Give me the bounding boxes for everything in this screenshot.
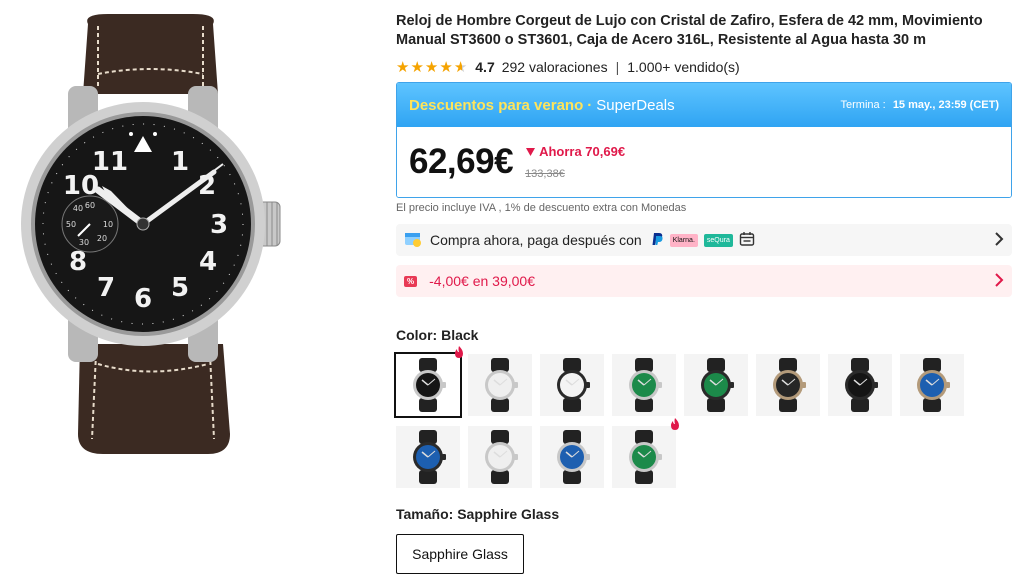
- color-swatch[interactable]: [756, 354, 820, 416]
- watch-thumbnail: [917, 358, 950, 412]
- dot-separator: ·: [587, 96, 593, 114]
- tax-note: El precio incluye IVA , 1% de descuento …: [396, 202, 687, 214]
- paypal-icon: [652, 232, 664, 249]
- separator: |: [615, 59, 620, 75]
- fire-icon: [455, 346, 463, 358]
- coupon-text: -4,00€ en 39,00€: [429, 273, 535, 289]
- svg-text:4: 4: [199, 247, 217, 277]
- superdeals-box: Descuentos para verano · SuperDeals Termin…: [396, 82, 1012, 198]
- watch-thumbnail: [557, 358, 590, 412]
- svg-text:1: 1: [171, 147, 189, 177]
- watch-thumbnail: [485, 430, 518, 484]
- watch-thumbnail: [773, 358, 806, 412]
- sold-count: 1.000+ vendido(s): [627, 59, 740, 75]
- watch-thumbnail: [413, 358, 446, 412]
- color-swatch[interactable]: [612, 354, 676, 416]
- saving-text: Ahorra 70,69€: [539, 144, 626, 159]
- watch-image: 1 2 3 4 5 6 7 8 10 11 60 10 20 30 50 40: [21, 14, 281, 454]
- color-swatch[interactable]: [540, 354, 604, 416]
- saving-amount: Ahorra 70,69€: [525, 144, 625, 159]
- sequra-logo: seQura: [703, 233, 733, 247]
- product-title: Reloj de Hombre Corgeut de Lujo con Cris…: [396, 13, 983, 48]
- coupon-row[interactable]: % -4,00€ en 39,00€: [396, 265, 1012, 297]
- savings-column: Ahorra 70,69€ 133,38€: [525, 144, 625, 180]
- calendar-icon: [739, 231, 755, 250]
- watch-thumbnail: [845, 358, 878, 412]
- watch-thumbnail: [557, 430, 590, 484]
- svg-text:50: 50: [66, 220, 76, 229]
- product-page: 1 2 3 4 5 6 7 8 10 11 60 10 20 30 50 40: [0, 0, 1033, 588]
- deal-header: Descuentos para verano · SuperDeals Termin…: [397, 83, 1011, 127]
- star-rating: ★ ★ ★ ★ ★: [396, 60, 467, 75]
- color-label: Color: Black: [396, 327, 1012, 343]
- original-price: 133,38€: [525, 168, 565, 180]
- star-icon: ★: [424, 58, 439, 76]
- review-count[interactable]: 292 valoraciones: [502, 59, 608, 75]
- fire-icon: [671, 418, 679, 430]
- chevron-right-icon: [994, 271, 1004, 292]
- rating-value: 4.7: [475, 59, 495, 75]
- down-arrow-icon: [526, 147, 536, 156]
- star-half-icon: ★: [453, 58, 468, 76]
- color-swatch[interactable]: [468, 354, 532, 416]
- svg-text:7: 7: [97, 273, 115, 303]
- svg-text:5: 5: [171, 273, 189, 303]
- star-icon: ★: [410, 58, 424, 76]
- product-main-image[interactable]: 1 2 3 4 5 6 7 8 10 11 60 10 20 30 50 40: [18, 14, 318, 454]
- deal-countdown: Termina : 15 may., 23:59 (CET): [841, 99, 1000, 111]
- klarna-logo: Klarna.: [669, 233, 698, 247]
- star-icon: ★: [439, 58, 453, 76]
- current-price: 62,69€: [409, 142, 514, 181]
- installment-icon: [404, 231, 422, 250]
- superdeals-brand: SuperDeals: [596, 96, 675, 114]
- chevron-right-icon: [994, 230, 1004, 251]
- watch-thumbnail: [629, 358, 662, 412]
- pay-later-row[interactable]: Compra ahora, paga después con Klarna. s…: [396, 224, 1012, 256]
- ends-date: 15 may., 23:59 (CET): [892, 99, 999, 111]
- pay-later-label: Compra ahora, paga después con: [430, 232, 642, 248]
- color-value: Black: [441, 327, 479, 343]
- size-label: Tamaño: Sapphire Glass: [396, 506, 1012, 522]
- watch-thumbnail: [701, 358, 734, 412]
- color-swatches: [394, 346, 1012, 488]
- color-swatch[interactable]: [684, 354, 748, 416]
- color-swatch[interactable]: [540, 426, 604, 488]
- deal-body: 62,69€ Ahorra 70,69€ 133,38€: [397, 127, 1011, 197]
- size-value: Sapphire Glass: [457, 506, 560, 522]
- color-swatch[interactable]: [828, 354, 892, 416]
- rating-row[interactable]: ★ ★ ★ ★ ★ 4.7 292 valoraciones | 1.000+ …: [396, 58, 1012, 76]
- coupon-icon: %: [404, 275, 418, 287]
- size-option-button[interactable]: Sapphire Glass: [396, 534, 524, 574]
- watch-thumbnail: [485, 358, 518, 412]
- star-icon: ★: [396, 58, 410, 76]
- color-label-text: Color:: [396, 327, 438, 343]
- color-swatch[interactable]: [612, 418, 679, 488]
- svg-text:20: 20: [97, 234, 107, 243]
- color-swatch[interactable]: [900, 354, 964, 416]
- deal-title: Descuentos para verano · SuperDeals: [409, 97, 675, 114]
- watch-thumbnail: [413, 430, 446, 484]
- svg-text:10: 10: [103, 220, 113, 229]
- svg-text:11: 11: [92, 147, 128, 177]
- size-label-text: Tamaño:: [396, 506, 454, 522]
- svg-text:3: 3: [210, 210, 228, 240]
- payment-logos: Klarna. seQura: [652, 231, 755, 250]
- watch-thumbnail: [629, 430, 662, 484]
- svg-text:60: 60: [85, 201, 95, 210]
- color-swatch[interactable]: [394, 346, 463, 418]
- color-swatch[interactable]: [396, 426, 460, 488]
- product-info: Reloj de Hombre Corgeut de Lujo con Cris…: [394, 12, 1012, 574]
- promo-label: Descuentos para verano: [409, 96, 584, 114]
- svg-text:40: 40: [73, 204, 83, 213]
- svg-text:30: 30: [79, 238, 89, 247]
- svg-text:6: 6: [134, 284, 152, 314]
- ends-label: Termina :: [840, 99, 886, 111]
- color-swatch[interactable]: [468, 426, 532, 488]
